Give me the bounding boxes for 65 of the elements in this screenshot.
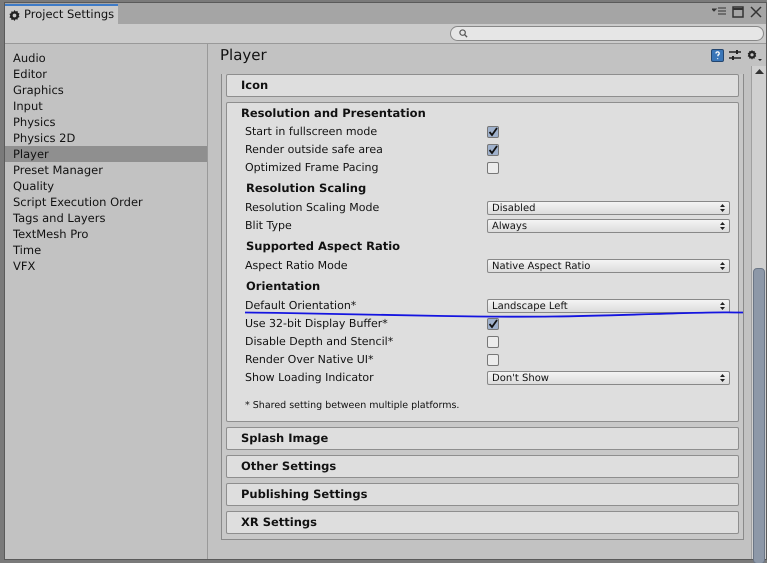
checkbox[interactable] [487, 318, 499, 330]
field-label: Use 32-bit Display Buffer* [245, 316, 389, 332]
sidebar-item[interactable]: Quality [5, 178, 207, 194]
checkmark-icon [488, 319, 498, 329]
sidebar-item[interactable]: VFX [5, 258, 207, 274]
help-book-icon[interactable] [711, 48, 724, 62]
sidebar-item[interactable]: Graphics [5, 82, 207, 98]
dropdown[interactable]: Disabled [487, 201, 730, 215]
sidebar-item[interactable]: Physics [5, 114, 207, 130]
panel-title: Player [220, 44, 268, 66]
sliders-icon[interactable] [729, 49, 741, 61]
field-label: Optimized Frame Pacing [245, 160, 380, 176]
checkbox[interactable] [487, 354, 499, 366]
dropdown-arrows-icon [720, 374, 725, 382]
field-label: Default Orientation* [245, 298, 358, 314]
field-label: Show Loading Indicator [245, 370, 375, 386]
search-field[interactable] [450, 26, 764, 41]
scroll-thumb[interactable] [753, 268, 765, 563]
group-heading: Orientation [245, 278, 320, 295]
dropdown[interactable]: Native Aspect Ratio [487, 259, 730, 273]
field-label: Start in fullscreen mode [245, 124, 378, 140]
field-label: Render Over Native UI* [245, 352, 375, 368]
footnote: * Shared setting between multiple platforms. [245, 398, 460, 413]
dropdown-arrows-icon [720, 204, 725, 212]
gear-icon [9, 10, 20, 20]
settings-icon[interactable] [746, 48, 762, 62]
checkbox[interactable] [487, 336, 499, 348]
section-header[interactable]: Icon [227, 75, 738, 96]
dropdown[interactable]: Don't Show [487, 371, 730, 385]
section-header[interactable]: Resolution and Presentation [227, 103, 738, 123]
sidebar-item[interactable]: TextMesh Pro [5, 226, 207, 242]
search-icon [459, 29, 468, 38]
close-icon[interactable] [750, 6, 762, 18]
section-header[interactable]: Other Settings [227, 456, 738, 477]
sidebar-item[interactable]: Player [5, 146, 207, 162]
checkbox[interactable] [487, 144, 499, 156]
sidebar-item[interactable]: Editor [5, 66, 207, 82]
scroll-up-icon[interactable] [755, 68, 764, 74]
field-label: Resolution Scaling Mode [245, 200, 380, 216]
section-header[interactable]: XR Settings [227, 512, 738, 533]
dropdown[interactable]: Landscape Left [487, 299, 730, 313]
sidebar-item[interactable]: Tags and Layers [5, 210, 207, 226]
checkbox[interactable] [487, 126, 499, 138]
sidebar-item[interactable]: Physics 2D [5, 130, 207, 146]
sidebar-item[interactable]: Script Execution Order [5, 194, 207, 210]
checkbox[interactable] [487, 162, 499, 174]
sidebar-item[interactable]: Time [5, 242, 207, 258]
section-header[interactable]: Publishing Settings [227, 484, 738, 505]
field-label: Blit Type [245, 218, 293, 234]
maximize-icon[interactable] [732, 6, 744, 18]
dropdown-arrows-icon [720, 222, 725, 230]
dropdown-arrows-icon [720, 302, 725, 310]
dropdown-arrows-icon [720, 262, 725, 270]
sidebar-item[interactable]: Input [5, 98, 207, 114]
field-label: Disable Depth and Stencil* [245, 334, 394, 350]
window-tab[interactable]: Project Settings [5, 4, 118, 24]
sidebar-item[interactable]: Audio [5, 50, 207, 66]
field-label: Render outside safe area [245, 142, 384, 158]
group-heading: Resolution Scaling [245, 180, 366, 197]
field-label: Aspect Ratio Mode [245, 258, 349, 274]
menu-icon[interactable] [712, 7, 726, 17]
group-heading: Supported Aspect Ratio [245, 238, 400, 255]
dropdown[interactable]: Always [487, 219, 730, 233]
section-header[interactable]: Splash Image [227, 428, 738, 449]
sidebar-item[interactable]: Preset Manager [5, 162, 207, 178]
